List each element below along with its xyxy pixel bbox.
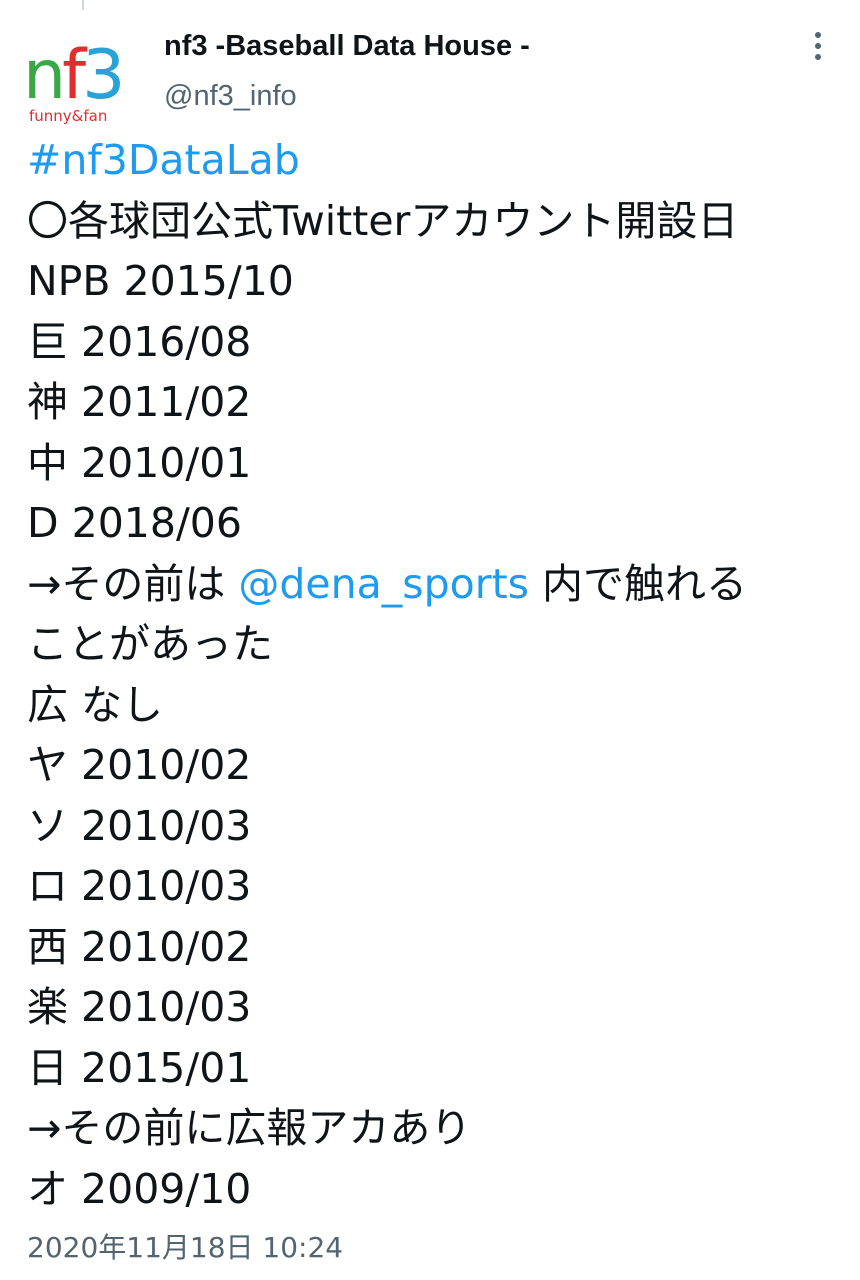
tweet-timestamp[interactable]: 2020年11月18日 10:24 [27,1230,343,1266]
tweet-line: 日 2015/01 [27,1043,252,1092]
tweet-line: 広 なし [27,680,164,729]
avatar-tagline: funny&fan [29,107,107,124]
svg-text:nf3: nf3 [23,36,121,115]
more-options-icon[interactable] [806,26,830,66]
tweet-line: ソ 2010/03 [27,801,252,850]
tweet-line: 神 2011/02 [27,378,252,426]
tweet-note-line: ことがあった [27,620,273,668]
tweet-line: ヤ 2010/02 [27,741,252,789]
tweet-line: 中 2010/01 [27,438,252,487]
note-text: 内で触れる [529,559,748,608]
tweet-line: 西 2010/02 [27,922,252,971]
tweet-note-line: →その前は @dena_sports 内で触れる [27,554,847,615]
tweet-text: #nf3DataLab 〇各球団公式Twitterアカウント開設日 NPB 20… [27,130,847,1219]
tweet-line: NPB 2015/10 [27,257,294,305]
avatar[interactable]: nf3 funny&fan [23,26,141,124]
tweet-line: 巨 2016/08 [27,317,252,366]
tweet-line: オ 2009/10 [27,1164,252,1213]
tweet-heading: 〇各球団公式Twitterアカウント開設日 [27,196,739,245]
user-handle[interactable]: @nf3_info [164,78,297,114]
nf3-logo-icon: nf3 funny&fan [23,36,125,124]
display-name[interactable]: nf3 -Baseball Data House - [164,28,530,64]
hashtag-link[interactable]: #nf3DataLab [27,130,847,191]
mention-link[interactable]: @dena_sports [238,560,529,608]
thread-connector-line [82,0,84,10]
tweet-line: 楽 2010/03 [27,983,252,1031]
tweet-line: ロ 2010/03 [27,862,252,910]
note-text: →その前は [27,559,239,608]
tweet-line: D 2018/06 [27,499,242,547]
tweet-note-line: →その前に広報アカあり [27,1104,472,1152]
